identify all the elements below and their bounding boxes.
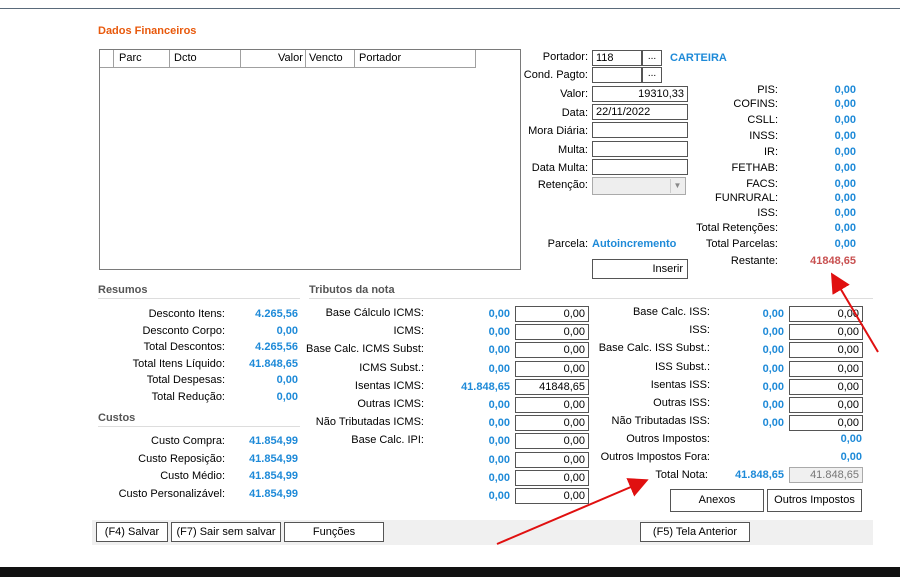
arrow-to-total-nota	[496, 478, 649, 545]
bottom-bar	[0, 567, 900, 577]
arrow-to-restante	[830, 272, 879, 353]
annotation-arrows	[496, 272, 879, 545]
